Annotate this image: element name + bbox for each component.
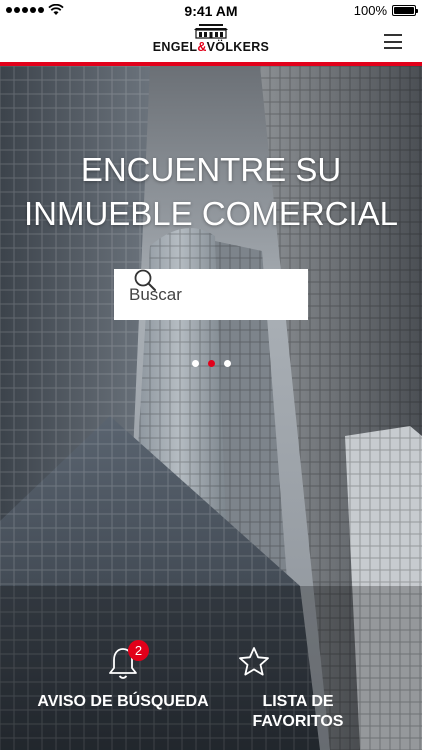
logo-word-left: ENGEL xyxy=(152,40,198,54)
battery-icon xyxy=(392,5,418,16)
search-alert-button[interactable]: 2 AVISO DE BÚSQUEDA xyxy=(28,640,218,712)
battery-percentage: 100% xyxy=(353,3,387,18)
favorites-label-line-1: LISTA DE xyxy=(262,693,334,710)
carousel-dot[interactable] xyxy=(223,360,231,367)
favorites-button[interactable]: LISTA DE FAVORITOS xyxy=(238,646,358,732)
hero-title: ENCUENTRE SU INMUEBLE COMERCIAL xyxy=(0,148,422,236)
star-icon xyxy=(239,647,269,676)
logo-ampersand: & xyxy=(197,40,207,54)
carousel-dot-active[interactable] xyxy=(207,360,215,367)
bell-icon-wrap: 2 xyxy=(108,640,149,682)
battery-group: 100% xyxy=(353,3,418,18)
status-bar: 9:41 AM 100% xyxy=(0,0,422,22)
hero-title-line-1: ENCUENTRE SU xyxy=(80,151,342,188)
brand-logo[interactable]: ENGEL&VÖLKERS xyxy=(0,24,422,54)
favorites-label-line-2: FAVORITOS xyxy=(252,713,344,730)
logo-word-right: VÖLKERS xyxy=(206,40,270,54)
bottom-actions: 2 AVISO DE BÚSQUEDA LISTA DE FAVORITOS xyxy=(0,640,422,750)
hamburger-menu-icon[interactable] xyxy=(384,34,402,49)
hero-section: ENCUENTRE SU INMUEBLE COMERCIAL Buscar 2… xyxy=(0,66,422,750)
logo-wordmark: ENGEL&VÖLKERS xyxy=(0,40,422,54)
search-icon xyxy=(134,269,156,291)
carousel-dot[interactable] xyxy=(191,360,199,367)
app-header: ENGEL&VÖLKERS xyxy=(0,22,422,62)
star-icon-wrap xyxy=(239,646,314,678)
search-input[interactable]: Buscar xyxy=(114,269,308,320)
house-logo-icon xyxy=(194,24,228,39)
carousel-indicators xyxy=(0,360,422,367)
search-alert-label: AVISO DE BÚSQUEDA xyxy=(37,693,209,710)
notification-badge: 2 xyxy=(128,640,149,661)
hero-title-line-2: INMUEBLE COMERCIAL xyxy=(23,195,399,232)
